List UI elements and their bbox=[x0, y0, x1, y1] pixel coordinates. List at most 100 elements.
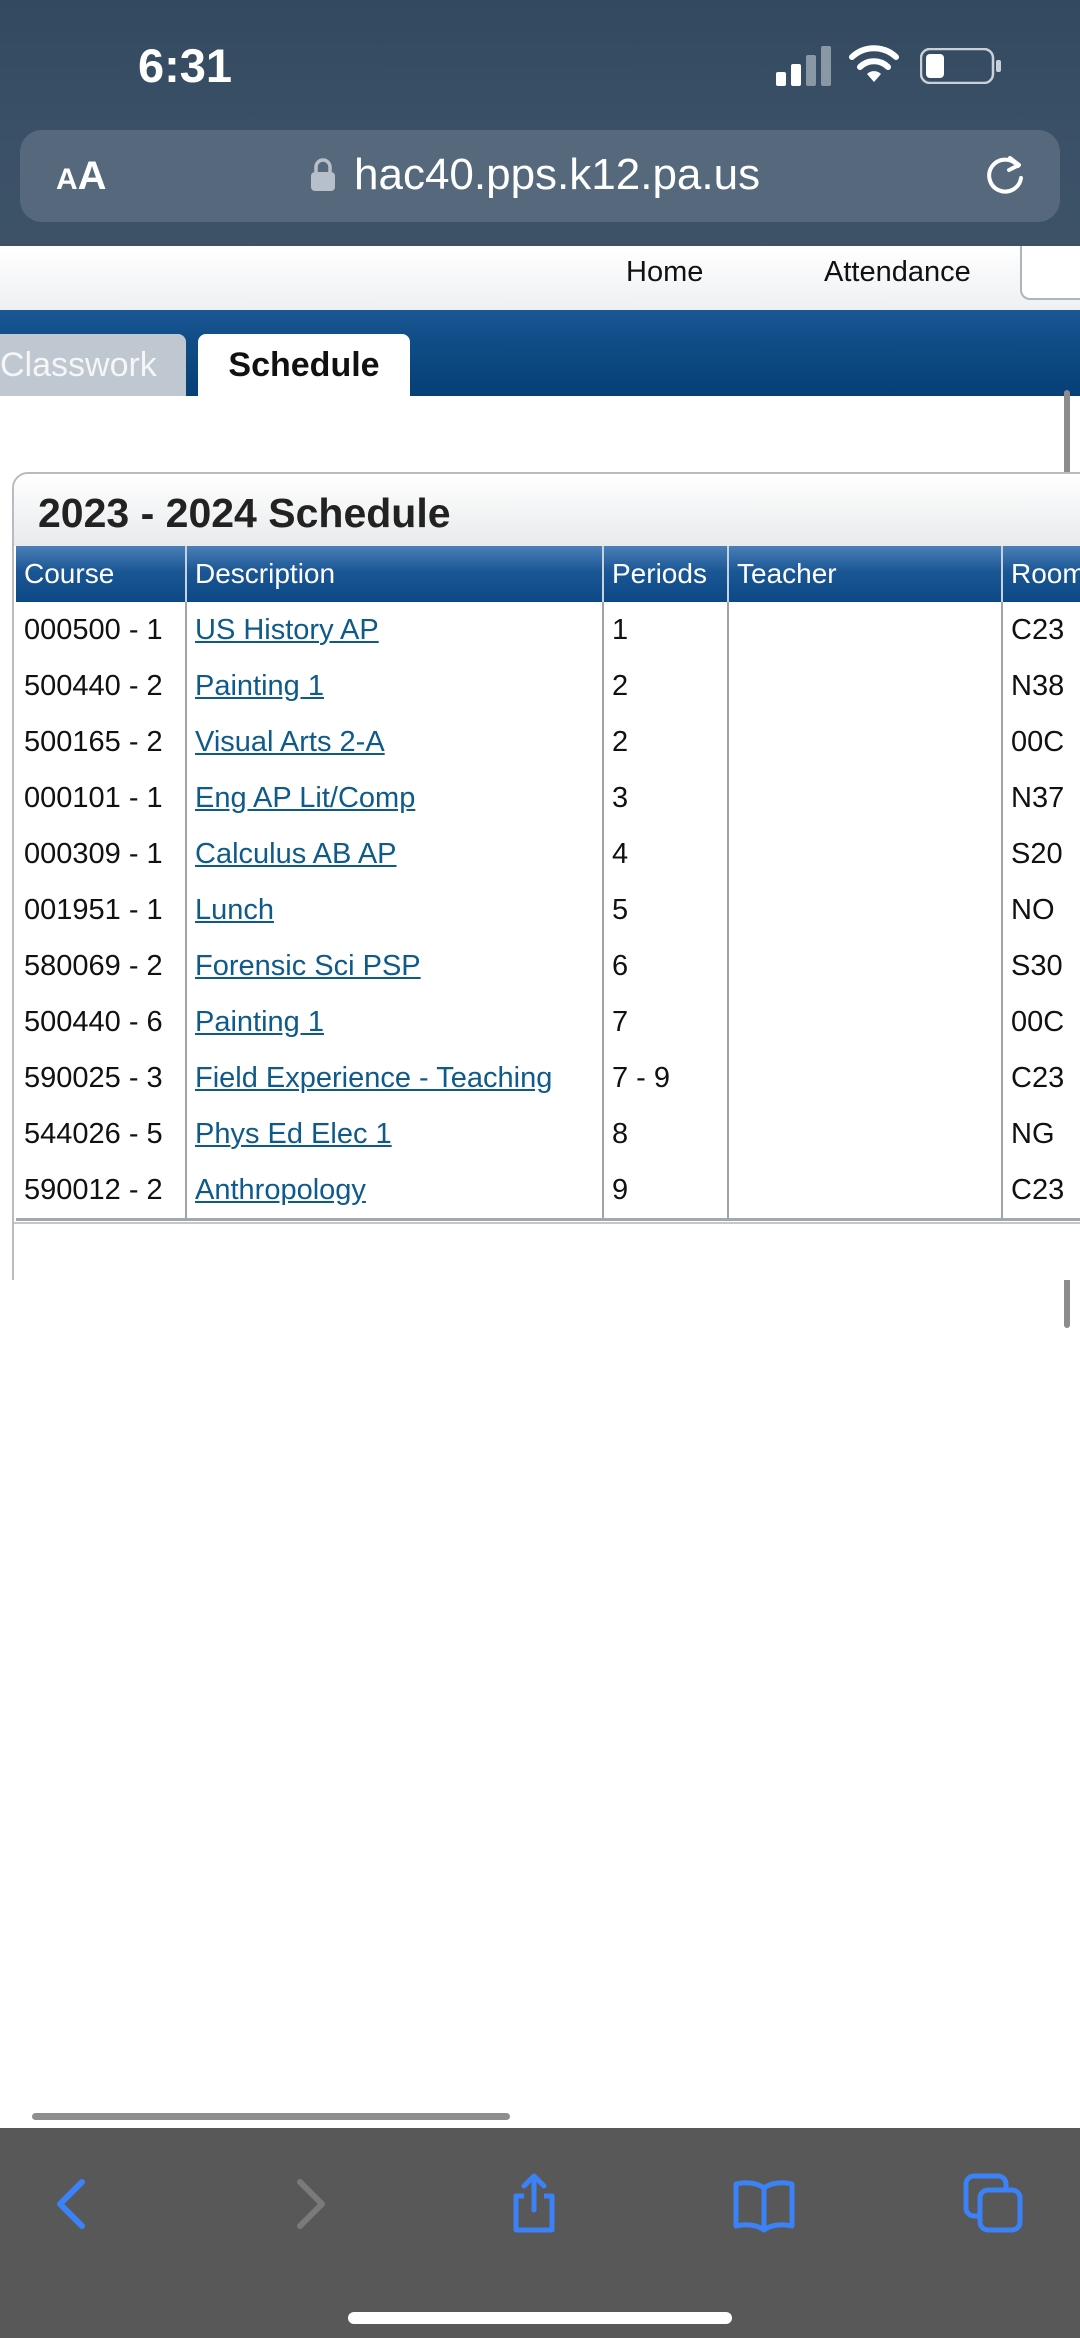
room-cell: C23 bbox=[1002, 602, 1080, 658]
teacher-cell bbox=[728, 1106, 1003, 1162]
course-code: 544026 - 5 bbox=[16, 1106, 187, 1162]
battery-icon bbox=[920, 48, 1001, 84]
column-header-description[interactable]: Description bbox=[186, 546, 604, 602]
status-time: 6:31 bbox=[138, 39, 233, 92]
table-row: 500165 - 2 Visual Arts 2-A 2 00C bbox=[16, 714, 1080, 770]
home-indicator[interactable] bbox=[348, 2312, 732, 2324]
course-code: 590012 - 2 bbox=[16, 1162, 187, 1221]
column-header-periods[interactable]: Periods bbox=[603, 546, 729, 602]
teacher-cell bbox=[728, 1162, 1003, 1221]
teacher-cell bbox=[728, 826, 1003, 882]
course-code: 590025 - 3 bbox=[16, 1050, 187, 1106]
course-code: 000101 - 1 bbox=[16, 770, 187, 826]
browser-toolbar bbox=[0, 2128, 1080, 2338]
course-periods: 3 bbox=[603, 770, 729, 826]
table-row: 544026 - 5 Phys Ed Elec 1 8 NG bbox=[16, 1106, 1080, 1162]
room-cell: N37 bbox=[1002, 770, 1080, 826]
teacher-cell bbox=[728, 658, 1003, 714]
course-code: 001951 - 1 bbox=[16, 882, 187, 938]
url-text[interactable]: hac40.pps.k12.pa.us bbox=[354, 150, 760, 200]
wifi-icon bbox=[849, 45, 899, 82]
column-header-room[interactable]: Room bbox=[1002, 546, 1080, 602]
course-description-link[interactable]: Lunch bbox=[195, 894, 274, 926]
course-code: 000309 - 1 bbox=[16, 826, 187, 882]
room-cell: 00C bbox=[1002, 994, 1080, 1050]
course-code: 000500 - 1 bbox=[16, 602, 187, 658]
schedule-panel: 2023 - 2024 Schedule Course Description … bbox=[12, 472, 1080, 1280]
course-code: 580069 - 2 bbox=[16, 938, 187, 994]
course-description-link[interactable]: Field Experience - Teaching bbox=[195, 1062, 552, 1094]
schedule-panel-footer bbox=[14, 1222, 1080, 1280]
course-description-link[interactable]: Calculus AB AP bbox=[195, 838, 397, 870]
room-cell: N38 bbox=[1002, 658, 1080, 714]
course-periods: 2 bbox=[603, 714, 729, 770]
room-cell: NG bbox=[1002, 1106, 1080, 1162]
course-description-link[interactable]: Eng AP Lit/Comp bbox=[195, 782, 415, 814]
lock-icon bbox=[311, 158, 335, 191]
forward-icon[interactable] bbox=[276, 2172, 340, 2236]
bookmarks-icon[interactable] bbox=[732, 2172, 796, 2236]
text-size-button[interactable]: AA bbox=[56, 154, 107, 199]
share-icon[interactable] bbox=[502, 2172, 566, 2236]
course-description-link[interactable]: US History AP bbox=[195, 614, 379, 646]
tab-classwork[interactable]: Classwork bbox=[0, 334, 186, 396]
course-periods: 1 bbox=[603, 602, 729, 658]
teacher-cell bbox=[728, 602, 1003, 658]
room-cell: S30 bbox=[1002, 938, 1080, 994]
course-description-link[interactable]: Forensic Sci PSP bbox=[195, 950, 421, 982]
teacher-cell bbox=[728, 770, 1003, 826]
schedule-title: 2023 - 2024 Schedule bbox=[38, 490, 451, 536]
table-row: 500440 - 2 Painting 1 2 N38 bbox=[16, 658, 1080, 714]
table-row: 001951 - 1 Lunch 5 NO bbox=[16, 882, 1080, 938]
schedule-table: Course Description Periods Teacher Room … bbox=[16, 546, 1080, 1221]
column-header-teacher[interactable]: Teacher bbox=[728, 546, 1003, 602]
course-description-link[interactable]: Anthropology bbox=[195, 1174, 366, 1206]
teacher-cell bbox=[728, 994, 1003, 1050]
table-row: 000101 - 1 Eng AP Lit/Comp 3 N37 bbox=[16, 770, 1080, 826]
table-header-row: Course Description Periods Teacher Room bbox=[16, 546, 1080, 602]
tabs-icon[interactable] bbox=[962, 2172, 1026, 2236]
teacher-cell bbox=[728, 1050, 1003, 1106]
horizontal-scrollbar[interactable] bbox=[32, 2113, 510, 2120]
table-row: 580069 - 2 Forensic Sci PSP 6 S30 bbox=[16, 938, 1080, 994]
course-periods: 5 bbox=[603, 882, 729, 938]
tab-schedule[interactable]: Schedule bbox=[198, 334, 410, 396]
course-periods: 4 bbox=[603, 826, 729, 882]
column-header-course[interactable]: Course bbox=[16, 546, 187, 602]
room-cell: S20 bbox=[1002, 826, 1080, 882]
course-periods: 7 - 9 bbox=[603, 1050, 729, 1106]
reload-icon[interactable] bbox=[980, 150, 1030, 200]
address-bar[interactable]: AA hac40.pps.k12.pa.us bbox=[20, 130, 1060, 222]
course-description-link[interactable]: Visual Arts 2-A bbox=[195, 726, 385, 758]
site-nav: Home Attendance bbox=[0, 246, 1080, 312]
table-row: 500440 - 6 Painting 1 7 00C bbox=[16, 994, 1080, 1050]
course-periods: 9 bbox=[603, 1162, 729, 1221]
room-cell: NO bbox=[1002, 882, 1080, 938]
cellular-signal-icon bbox=[776, 46, 831, 86]
table-row: 000500 - 1 US History AP 1 C23 bbox=[16, 602, 1080, 658]
room-cell: C23 bbox=[1002, 1050, 1080, 1106]
tab-bar: Classwork Schedule bbox=[0, 310, 1080, 396]
teacher-cell bbox=[728, 714, 1003, 770]
course-periods: 7 bbox=[603, 994, 729, 1050]
table-row: 590012 - 2 Anthropology 9 C23 bbox=[16, 1162, 1080, 1221]
course-description-link[interactable]: Phys Ed Elec 1 bbox=[195, 1118, 392, 1150]
course-code: 500165 - 2 bbox=[16, 714, 187, 770]
table-row: 590025 - 3 Field Experience - Teaching 7… bbox=[16, 1050, 1080, 1106]
room-cell: 00C bbox=[1002, 714, 1080, 770]
course-description-link[interactable]: Painting 1 bbox=[195, 1006, 324, 1038]
browser-top-chrome: 6:31 AA hac40.pps.k12.pa.us bbox=[0, 0, 1080, 246]
course-periods: 8 bbox=[603, 1106, 729, 1162]
back-icon[interactable] bbox=[42, 2172, 106, 2236]
course-description-link[interactable]: Painting 1 bbox=[195, 670, 324, 702]
course-periods: 6 bbox=[603, 938, 729, 994]
room-cell: C23 bbox=[1002, 1162, 1080, 1221]
table-row: 000309 - 1 Calculus AB AP 4 S20 bbox=[16, 826, 1080, 882]
nav-more-box[interactable] bbox=[1020, 246, 1080, 300]
nav-attendance[interactable]: Attendance bbox=[824, 256, 971, 289]
course-code: 500440 - 2 bbox=[16, 658, 187, 714]
teacher-cell bbox=[728, 938, 1003, 994]
course-code: 500440 - 6 bbox=[16, 994, 187, 1050]
nav-home[interactable]: Home bbox=[626, 256, 703, 289]
schedule-panel-header: 2023 - 2024 Schedule bbox=[14, 474, 1080, 546]
